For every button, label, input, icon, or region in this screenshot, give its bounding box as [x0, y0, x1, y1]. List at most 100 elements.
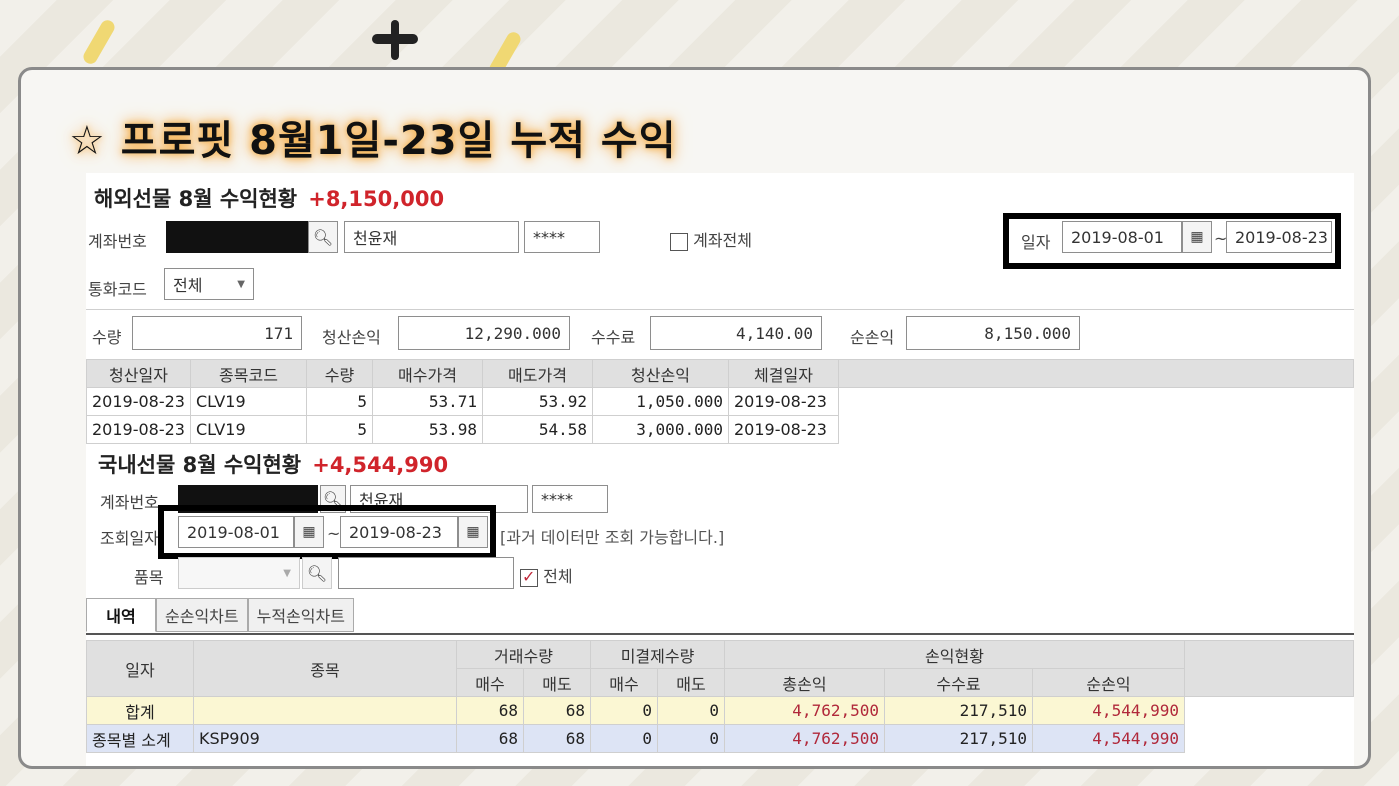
date-separator: ~: [327, 524, 341, 543]
currency-select[interactable]: 전체 ▼: [164, 268, 254, 300]
cell: CLV19: [189, 387, 307, 416]
date-from-field[interactable]: 2019-08-01: [1062, 221, 1182, 253]
cell: CLV19: [189, 415, 307, 444]
qty-value: 171: [132, 316, 302, 350]
content-panel: ☆ 프로핏 8월1일-23일 누적 수익 해외선물 8월 수익현황 +8,150…: [18, 67, 1371, 769]
date-from-field[interactable]: 2019-08-01: [178, 516, 294, 548]
domestic-title: 국내선물 8월 수익현황: [98, 453, 302, 477]
all-items-checkbox[interactable]: 전체: [520, 563, 573, 587]
cell: 0: [590, 696, 658, 725]
cell: 5: [305, 387, 373, 416]
cell-empty: [1184, 696, 1354, 725]
cell: 1,050.000: [591, 387, 729, 416]
dropdown-arrow-icon: ▼: [283, 567, 291, 579]
col-header: 손익현황: [724, 640, 1185, 669]
calendar-icon[interactable]: ▦: [458, 516, 488, 548]
col-header-empty: [837, 359, 1355, 388]
password-field[interactable]: ****: [532, 485, 608, 513]
cell: 68: [523, 696, 591, 725]
qty-label: 수량: [92, 328, 122, 347]
table-row[interactable]: 2019-08-23 CLV19 5 53.98 54.58 3,000.000…: [86, 415, 1354, 444]
cell: 합계: [86, 696, 194, 725]
table-row-subtotal[interactable]: 종목별 소계 KSP909 68 68 0 0 4,762,500 217,51…: [86, 724, 1354, 753]
domestic-summary-table: 일자 종목 거래수량 미결제수량 손익현황 매수 매도 매수 매도 총손익 수수…: [86, 640, 1354, 753]
item-label: 품목: [134, 568, 164, 587]
overseas-trades-table: 청산일자 종목코드 수량 매수가격 매도가격 청산손익 체결일자 2019-08…: [86, 359, 1355, 444]
cell: 2019-08-23: [727, 415, 839, 444]
table-header-row: 청산일자 종목코드 수량 매수가격 매도가격 청산손익 체결일자: [86, 359, 1355, 388]
cell: 3,000.000: [591, 415, 729, 444]
cell: 4,544,990: [1032, 696, 1185, 725]
cell: 53.71: [371, 387, 483, 416]
decor-stroke-yellow: [80, 17, 118, 67]
calendar-icon[interactable]: ▦: [1182, 221, 1212, 253]
col-header: 거래수량: [456, 640, 591, 669]
cell-empty: [838, 388, 1353, 416]
cell: [193, 696, 457, 725]
cell: 217,510: [884, 696, 1033, 725]
cell: 68: [523, 724, 591, 753]
cell: 2019-08-23: [727, 387, 839, 416]
table-row-total[interactable]: 합계 68 68 0 0 4,762,500 217,510 4,544,990: [86, 696, 1354, 725]
col-header: 청산손익: [591, 359, 729, 388]
checkbox-icon[interactable]: [670, 232, 688, 251]
overseas-profit: +8,150,000: [308, 187, 445, 211]
search-icon[interactable]: 🔍︎: [302, 557, 332, 589]
cell: 4,762,500: [724, 696, 885, 725]
date-to-field[interactable]: 2019-08-23: [340, 516, 458, 548]
cell: 종목별 소계: [86, 724, 194, 753]
cell: 4,762,500: [724, 724, 885, 753]
divider: [86, 633, 1354, 635]
col-header: 매수가격: [371, 359, 483, 388]
cell: KSP909: [193, 724, 457, 753]
net-value: 8,150.000: [906, 316, 1080, 350]
tab-history[interactable]: 내역: [86, 598, 156, 632]
currency-value: 전체: [173, 276, 203, 295]
col-header: 일자: [86, 640, 194, 697]
col-header: 수수료: [884, 668, 1033, 697]
col-header: 청산일자: [86, 359, 191, 388]
account-number-field[interactable]: [166, 221, 308, 253]
tab-bar: 내역 순손익차트 누적손익차트: [86, 598, 354, 632]
all-items-label: 전체: [543, 567, 573, 586]
date-to-field[interactable]: 2019-08-23: [1226, 221, 1332, 253]
table-row[interactable]: 2019-08-23 CLV19 5 53.71 53.92 1,050.000…: [86, 387, 1354, 416]
col-header: 총손익: [724, 668, 885, 697]
page-headline: ☆ 프로핏 8월1일-23일 누적 수익: [69, 118, 677, 164]
col-header: 종목코드: [189, 359, 307, 388]
query-date-label: 조회일자: [100, 529, 159, 548]
col-header: 체결일자: [727, 359, 839, 388]
cell: 54.58: [481, 415, 593, 444]
col-header: 수량: [305, 359, 373, 388]
owner-name-field: 천윤재: [344, 221, 519, 253]
dropdown-arrow-icon: ▼: [237, 278, 245, 290]
search-icon[interactable]: 🔍︎: [308, 221, 338, 253]
col-header: 매도: [523, 668, 591, 697]
checkbox-icon[interactable]: [520, 567, 538, 587]
cell: 0: [590, 724, 658, 753]
currency-label: 통화코드: [88, 280, 147, 299]
col-header: 매수: [456, 668, 524, 697]
cell: 2019-08-23: [86, 415, 191, 444]
history-note: [과거 데이터만 조회 가능합니다.]: [500, 528, 725, 547]
settle-value: 12,290.000: [398, 316, 570, 350]
account-label: 계좌번호: [88, 232, 147, 251]
date-label: 일자: [1021, 233, 1051, 252]
cell: 0: [657, 724, 725, 753]
all-accounts-checkbox[interactable]: 계좌전체: [670, 227, 752, 251]
item-select[interactable]: ▼: [178, 557, 300, 589]
cell-empty: [838, 416, 1353, 444]
cell: 2019-08-23: [86, 387, 191, 416]
password-field[interactable]: ****: [524, 221, 600, 253]
cell: 68: [456, 696, 524, 725]
tab-cumulative-pnl-chart[interactable]: 누적손익차트: [247, 598, 354, 632]
cell: 5: [305, 415, 373, 444]
tab-net-pnl-chart[interactable]: 순손익차트: [156, 598, 248, 632]
settle-label: 청산손익: [322, 328, 381, 347]
col-header: 순손익: [1032, 668, 1185, 697]
divider: [86, 309, 1354, 310]
overseas-title: 해외선물 8월 수익현황: [94, 187, 298, 211]
col-header: 매도가격: [481, 359, 593, 388]
overseas-title-row: 해외선물 8월 수익현황 +8,150,000: [94, 183, 444, 213]
calendar-icon[interactable]: ▦: [294, 516, 324, 548]
